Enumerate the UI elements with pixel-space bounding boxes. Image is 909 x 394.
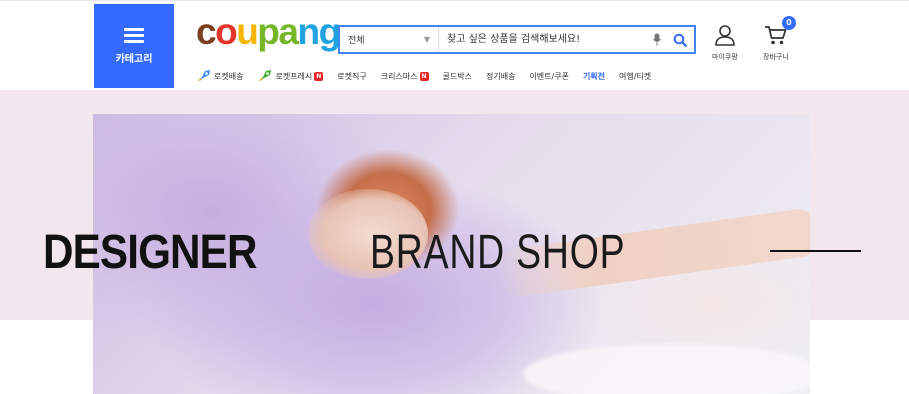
nav-item-label: 골드박스 xyxy=(442,71,472,81)
nav-item-rocket-fresh[interactable]: 로켓프레시 N xyxy=(257,69,324,83)
new-badge: N xyxy=(314,71,324,81)
user-icon xyxy=(714,20,736,46)
search-input[interactable] xyxy=(439,27,648,52)
banner-floor-highlight xyxy=(523,344,810,394)
coupang-logo[interactable]: coupang xyxy=(196,11,342,52)
new-badge: N xyxy=(419,71,429,81)
logo-letter: p xyxy=(257,11,280,52)
my-coupang-label: 마이쿠팡 xyxy=(712,53,738,61)
microphone-icon[interactable] xyxy=(648,27,666,52)
nav-item-goldbox[interactable]: 골드박스 xyxy=(443,71,472,82)
nav-item-label: 크리스마스 xyxy=(380,71,418,81)
header-top-border xyxy=(0,0,909,1)
search-category-value: 전체 xyxy=(348,36,365,46)
nav-item-travel[interactable]: 여행/티켓 xyxy=(619,71,651,82)
cart-label: 장바구니 xyxy=(763,53,789,61)
nav-item-rocket-direct[interactable]: 로켓직구 xyxy=(337,71,366,82)
search-bar: 전체 ▼ xyxy=(338,25,696,54)
headline-thin: BRAND SHOP xyxy=(370,225,626,279)
search-category-select[interactable]: 전체 ▼ xyxy=(340,27,439,52)
cart-button[interactable]: 0 장바구니 xyxy=(763,16,796,62)
logo-letter: n xyxy=(297,11,320,52)
nav-item-label: 이벤트/쿠폰 xyxy=(529,71,569,81)
cart-icon: 0 xyxy=(764,16,796,46)
nav-item-christmas[interactable]: 크리스마스 N xyxy=(381,71,429,82)
rocket-blue-icon xyxy=(198,70,210,81)
nav-item-label: 정기배송 xyxy=(485,71,516,81)
nav-item-label: 로켓프레시 xyxy=(275,71,313,81)
rocket-green-icon xyxy=(259,70,272,81)
logo-letter: c xyxy=(196,11,217,52)
search-icon xyxy=(673,33,687,47)
nav-item-subscription[interactable]: 정기배송 xyxy=(486,71,515,82)
nav-item-exhibitions[interactable]: 기획전 xyxy=(583,71,605,82)
nav-item-label: 로켓배송 xyxy=(214,71,244,81)
nav-bar: 로켓배송 로켓프레시 N 로켓직구 크리스마스 N 골드박스 정기배송 이벤트/… xyxy=(196,68,665,84)
nav-item-events[interactable]: 이벤트/쿠폰 xyxy=(529,71,569,82)
category-label: 카테고리 xyxy=(115,53,153,65)
logo-letter: g xyxy=(318,11,342,52)
caret-down-icon: ▼ xyxy=(423,35,430,44)
logo-letter: a xyxy=(278,11,299,52)
hamburger-icon xyxy=(124,27,144,43)
nav-item-label: 로켓직구 xyxy=(337,71,367,81)
search-button[interactable] xyxy=(666,27,694,52)
cart-count-badge: 0 xyxy=(781,16,796,30)
headline-bold: DESIGNER xyxy=(43,225,257,279)
headline-dash xyxy=(770,250,861,252)
logo-letter: u xyxy=(236,11,259,52)
nav-item-rocket-delivery[interactable]: 로켓배송 xyxy=(196,69,243,83)
banner-headline: DESIGNER BRAND SHOP xyxy=(43,222,710,282)
logo-letter: o xyxy=(215,11,238,52)
category-menu-button[interactable]: 카테고리 xyxy=(94,4,174,88)
nav-item-label: 기획전 xyxy=(582,71,606,81)
nav-item-label: 여행/티켓 xyxy=(619,71,652,81)
my-coupang-button[interactable]: 마이쿠팡 xyxy=(712,20,738,62)
